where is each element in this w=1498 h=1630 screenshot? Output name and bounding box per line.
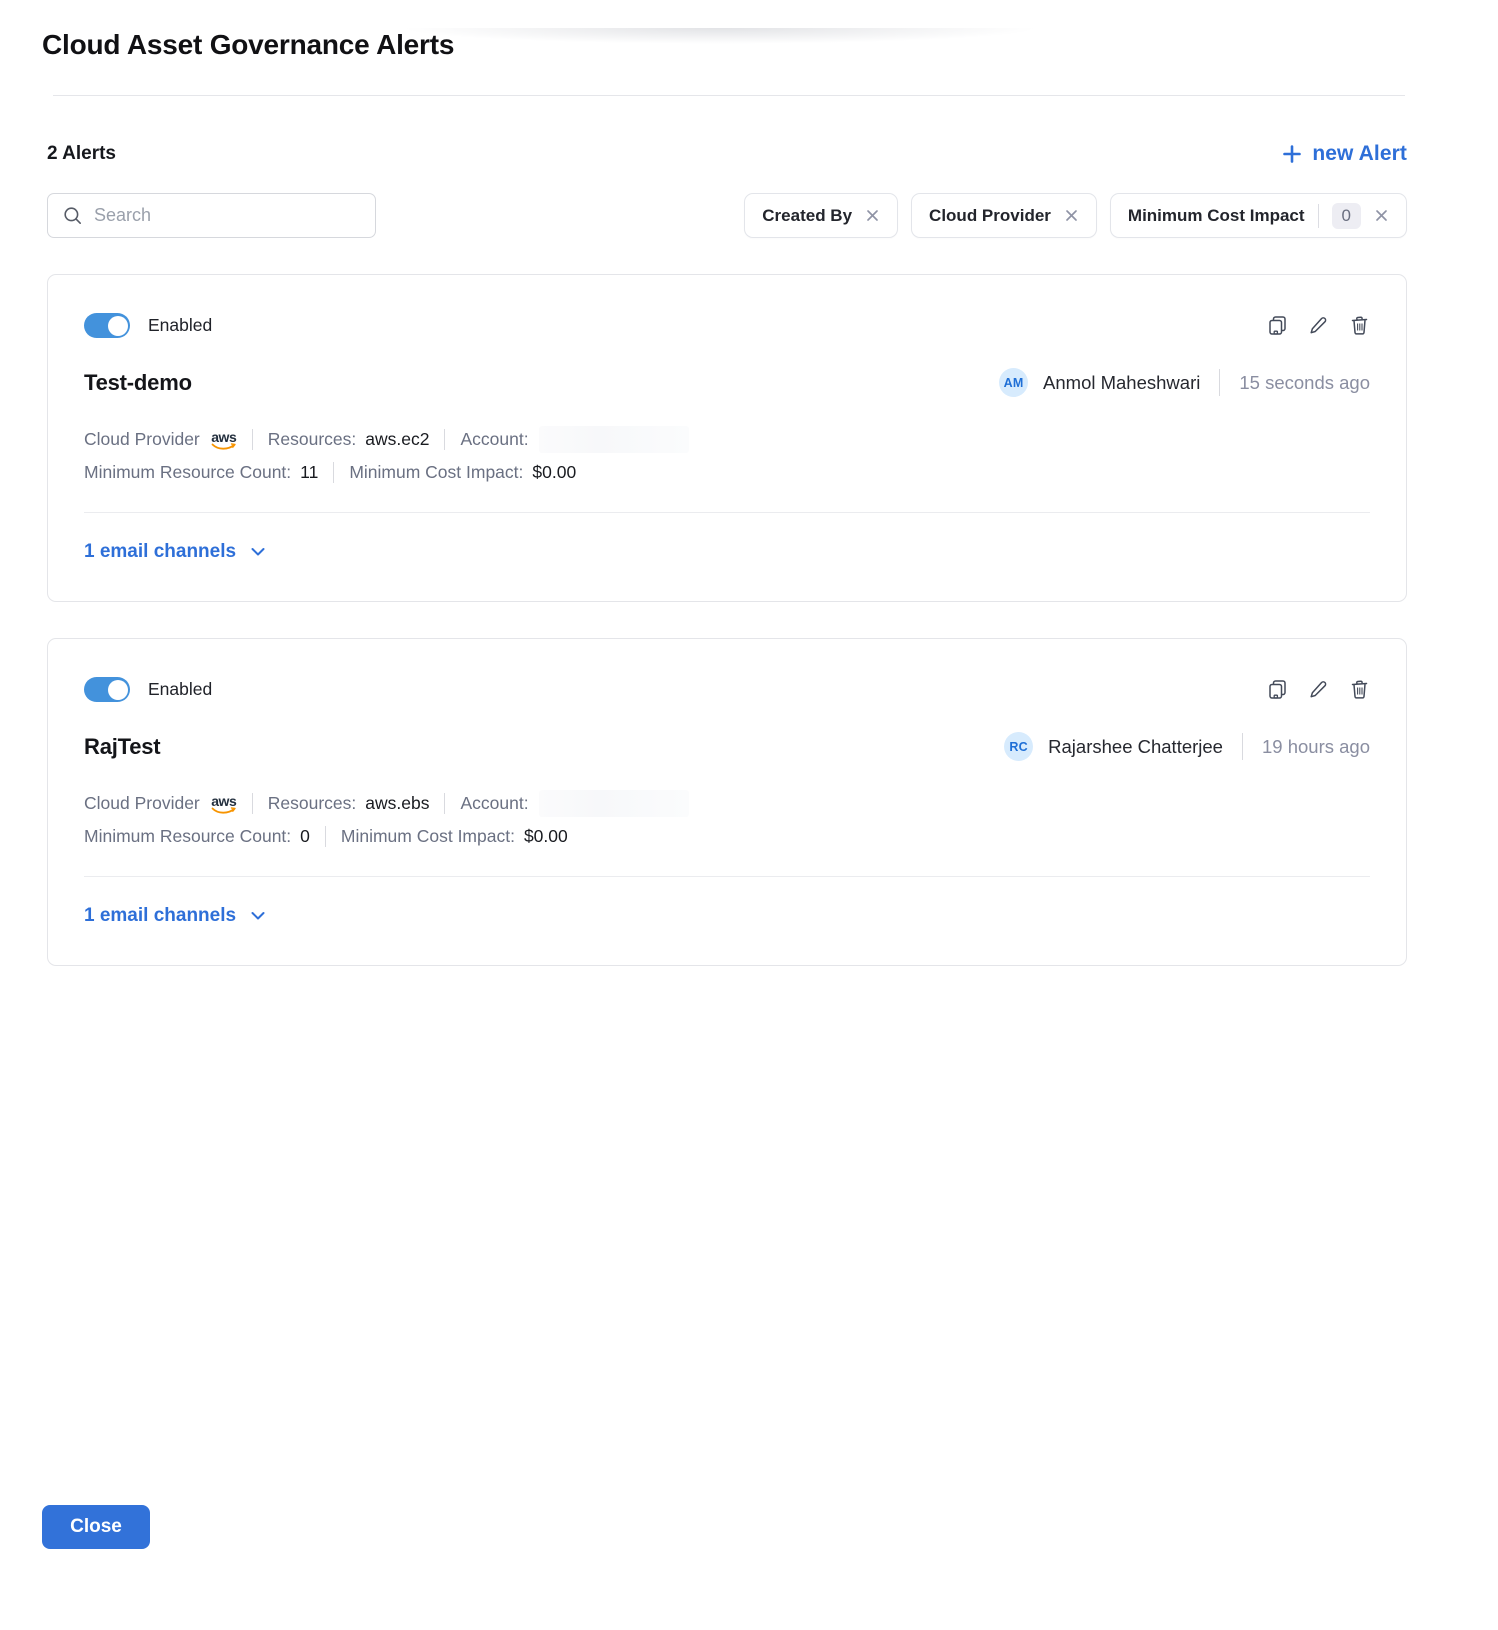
alert-name: RajTest <box>84 734 160 760</box>
account-label: Account: <box>460 793 528 814</box>
author-name: Rajarshee Chatterjee <box>1048 736 1223 758</box>
duplicate-button[interactable] <box>1267 679 1288 700</box>
min-cost-impact-label: Minimum Cost Impact: <box>349 462 523 483</box>
search-box[interactable] <box>47 193 376 238</box>
updated-timestamp: 19 hours ago <box>1262 736 1370 758</box>
pencil-icon <box>1308 315 1329 336</box>
meta-divider <box>1242 733 1243 760</box>
filter-chip-created-by[interactable]: Created By <box>744 193 898 238</box>
detail-divider <box>325 826 326 847</box>
alert-card: Enabled RajTest RC Rajarshee Chatterjee … <box>47 638 1407 966</box>
alert-name: Test-demo <box>84 370 192 396</box>
search-icon <box>63 206 83 226</box>
account-value-redacted <box>539 426 689 453</box>
resources-label: Resources: <box>268 793 357 814</box>
min-resource-count-label: Minimum Resource Count: <box>84 826 291 847</box>
edit-button[interactable] <box>1308 679 1329 700</box>
email-channels-label: 1 email channels <box>84 541 236 563</box>
account-label: Account: <box>460 429 528 450</box>
card-divider <box>84 876 1370 877</box>
new-alert-label: new Alert <box>1312 142 1407 166</box>
filter-chip-cloud-provider[interactable]: Cloud Provider <box>911 193 1097 238</box>
copy-icon <box>1267 315 1288 336</box>
delete-button[interactable] <box>1349 679 1370 700</box>
min-cost-impact-label: Minimum Cost Impact: <box>341 826 515 847</box>
close-button[interactable]: Close <box>42 1505 150 1549</box>
filter-chip-value: 0 <box>1332 203 1361 229</box>
avatar: AM <box>999 368 1028 397</box>
filter-chip-label: Cloud Provider <box>929 206 1051 226</box>
toggle-knob <box>108 680 128 700</box>
header-divider <box>53 95 1405 96</box>
new-alert-button[interactable]: new Alert <box>1281 142 1407 166</box>
toggle-label: Enabled <box>148 315 212 336</box>
copy-icon <box>1267 679 1288 700</box>
author-name: Anmol Maheshwari <box>1043 372 1200 394</box>
resources-value: aws.ebs <box>365 793 429 814</box>
alert-details: Cloud Provider aws Resources: aws.ec2 Ac… <box>84 423 1370 489</box>
page-title: Cloud Asset Governance Alerts <box>42 28 1498 62</box>
detail-divider <box>444 429 445 450</box>
search-input[interactable] <box>94 205 363 226</box>
card-divider <box>84 512 1370 513</box>
filter-chip-label: Minimum Cost Impact <box>1128 206 1305 226</box>
detail-divider <box>252 429 253 450</box>
updated-timestamp: 15 seconds ago <box>1239 372 1370 394</box>
min-resource-count-label: Minimum Resource Count: <box>84 462 291 483</box>
toolbar: 2 Alerts new Alert <box>47 142 1407 166</box>
avatar: RC <box>1004 732 1033 761</box>
email-channels-label: 1 email channels <box>84 905 236 927</box>
filter-row: Created By Cloud Provider Minimum Cost I… <box>47 193 1407 238</box>
chevron-down-icon <box>249 907 267 925</box>
aws-logo-icon: aws <box>211 432 237 451</box>
min-cost-impact-value: $0.00 <box>524 826 568 847</box>
delete-button[interactable] <box>1349 315 1370 336</box>
trash-icon <box>1349 315 1370 336</box>
detail-divider <box>252 793 253 814</box>
plus-icon <box>1281 143 1303 165</box>
filter-chip-min-cost-impact[interactable]: Minimum Cost Impact 0 <box>1110 193 1407 238</box>
trash-icon <box>1349 679 1370 700</box>
cloud-provider-label: Cloud Provider <box>84 793 200 814</box>
filter-chip-label: Created By <box>762 206 852 226</box>
detail-divider <box>333 462 334 483</box>
alert-details: Cloud Provider aws Resources: aws.ebs Ac… <box>84 787 1370 853</box>
enabled-toggle[interactable] <box>84 313 130 338</box>
min-resource-count-value: 11 <box>300 462 318 483</box>
min-cost-impact-value: $0.00 <box>532 462 576 483</box>
pencil-icon <box>1308 679 1329 700</box>
account-value-redacted <box>539 790 689 817</box>
remove-filter-icon[interactable] <box>1374 208 1389 223</box>
alerts-count: 2 Alerts <box>47 143 116 165</box>
chip-divider <box>1318 204 1319 228</box>
email-channels-expander[interactable]: 1 email channels <box>84 541 267 563</box>
meta-divider <box>1219 369 1220 396</box>
card-actions <box>1267 315 1370 336</box>
cloud-provider-label: Cloud Provider <box>84 429 200 450</box>
enabled-toggle[interactable] <box>84 677 130 702</box>
card-actions <box>1267 679 1370 700</box>
toggle-label: Enabled <box>148 679 212 700</box>
email-channels-expander[interactable]: 1 email channels <box>84 905 267 927</box>
duplicate-button[interactable] <box>1267 315 1288 336</box>
detail-divider <box>444 793 445 814</box>
remove-filter-icon[interactable] <box>865 208 880 223</box>
alert-card: Enabled Test-demo AM Anmol Maheshwari 15… <box>47 274 1407 602</box>
aws-logo-icon: aws <box>211 796 237 815</box>
resources-label: Resources: <box>268 429 357 450</box>
filter-chips: Created By Cloud Provider Minimum Cost I… <box>744 193 1407 238</box>
remove-filter-icon[interactable] <box>1064 208 1079 223</box>
toggle-knob <box>108 316 128 336</box>
min-resource-count-value: 0 <box>300 826 310 847</box>
edit-button[interactable] <box>1308 315 1329 336</box>
resources-value: aws.ec2 <box>365 429 429 450</box>
chevron-down-icon <box>249 543 267 561</box>
